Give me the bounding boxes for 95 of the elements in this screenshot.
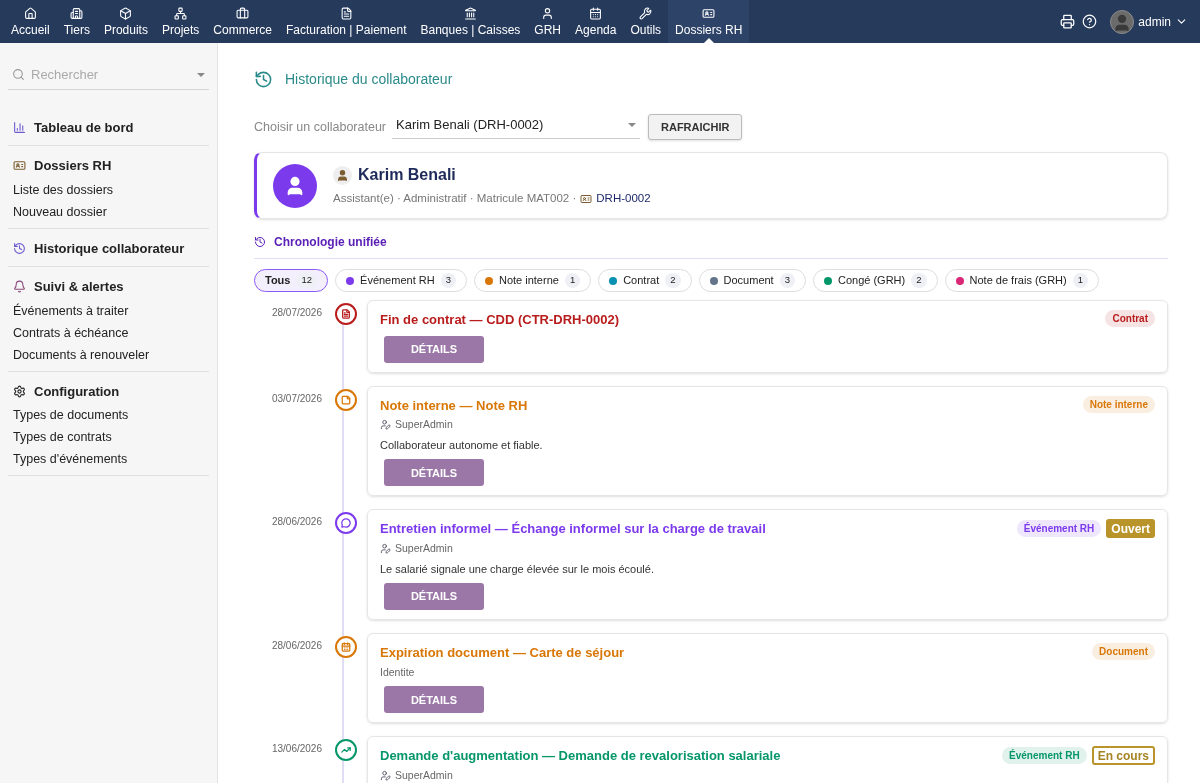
- nav-tab[interactable]: Accueil: [4, 0, 57, 43]
- filter-chip[interactable]: Tous 12: [254, 269, 329, 292]
- sidebar-link[interactable]: Types de documents: [13, 408, 204, 423]
- event-description: Collaborateur autonome et fiable.: [380, 437, 544, 453]
- event-date: 28/07/2026: [270, 306, 322, 320]
- history-icon: [13, 241, 26, 255]
- filter-chip[interactable]: Contrat 2: [598, 269, 692, 292]
- nav-tab[interactable]: Dossiers RH: [668, 0, 750, 43]
- person-icon: [333, 165, 352, 185]
- search-icon: [12, 68, 25, 82]
- status-tag: Ouvert: [1106, 519, 1155, 539]
- sidebar-link[interactable]: Types de contrats: [13, 430, 204, 445]
- event-title[interactable]: Demande d'augmentation — Demande de revalorisation salariale: [380, 746, 781, 766]
- network-icon: [174, 6, 188, 20]
- active-indicator: [703, 38, 714, 43]
- settings-icon: [13, 384, 26, 398]
- search-field[interactable]: Rechercher: [31, 65, 191, 85]
- nav-tab[interactable]: Outils: [623, 0, 669, 43]
- document-icon: [339, 6, 353, 20]
- details-button[interactable]: DÉTAILS: [384, 335, 484, 363]
- details-button[interactable]: DÉTAILS: [384, 686, 484, 714]
- event-date: 28/06/2026: [270, 515, 322, 530]
- nav-tab[interactable]: Agenda: [568, 0, 624, 43]
- filter-chip[interactable]: Événement RH 3: [335, 269, 467, 292]
- briefcase-icon: [236, 6, 250, 20]
- home-icon: [23, 6, 37, 20]
- help-icon[interactable]: [1082, 14, 1098, 29]
- filter-chip[interactable]: Congé (GRH) 2: [813, 269, 938, 292]
- nav-tab[interactable]: Facturation | Paiement: [279, 0, 414, 43]
- nav-tab[interactable]: GRH: [527, 0, 569, 43]
- id-badge-icon: [13, 159, 26, 173]
- cube-icon: [119, 6, 133, 20]
- sidebar-section-title[interactable]: Historique collaborateur: [34, 238, 185, 258]
- person-name: Karim Benali: [358, 165, 456, 186]
- bank-icon: [463, 6, 477, 20]
- building-icon: [70, 6, 84, 20]
- user-icon: [541, 6, 555, 20]
- nav-tab[interactable]: Commerce: [206, 0, 279, 43]
- sidebar-section-title[interactable]: Tableau de bord: [34, 117, 134, 137]
- event-author: SuperAdmin: [395, 540, 453, 556]
- print-icon[interactable]: [1060, 14, 1076, 29]
- bell-icon: [13, 280, 26, 294]
- event-date: 28/06/2026: [270, 639, 322, 653]
- sidebar-link[interactable]: Contrats à échéance: [13, 325, 204, 341]
- id-badge-icon: [580, 193, 593, 205]
- sidebar-link[interactable]: Nouveau dossier: [13, 204, 204, 220]
- event-author: SuperAdmin: [395, 417, 453, 432]
- selector-label: Choisir un collaborateur: [254, 118, 386, 136]
- sidebar-link[interactable]: Documents à renouveler: [13, 347, 204, 363]
- filter-chip[interactable]: Note interne 1: [473, 269, 592, 292]
- id-badge-icon: [702, 6, 716, 20]
- event-title[interactable]: Entretien informel — Échange informel sur la charge de travail: [380, 519, 766, 539]
- type-tag: Note interne: [1082, 395, 1155, 413]
- event-date: 13/06/2026: [270, 742, 322, 757]
- type-tag: Événement RH: [1002, 747, 1087, 765]
- sidebar-section-title[interactable]: Suivi & alertes: [34, 277, 124, 297]
- event-description: Le salarié signale une charge élevée sur le mois écoulé.: [380, 561, 655, 577]
- avatar-icon: [273, 163, 317, 208]
- nav-tab[interactable]: Tiers: [56, 0, 97, 43]
- user-menu[interactable]: admin: [1110, 9, 1188, 34]
- filter-chip[interactable]: Note de frais (GRH) 1: [944, 269, 1100, 292]
- section-title: Chronologie unifiée: [274, 234, 387, 251]
- page-title: Historique du collaborateur: [285, 70, 453, 89]
- calendar-icon: [589, 6, 603, 20]
- type-tag: Événement RH: [1016, 520, 1102, 538]
- event-date: 03/07/2026: [270, 391, 322, 406]
- sidebar-link[interactable]: Événements à traiter: [13, 303, 204, 319]
- sidebar-section-title[interactable]: Configuration: [34, 381, 120, 401]
- details-button[interactable]: DÉTAILS: [384, 459, 484, 487]
- user-edit-icon: [380, 419, 391, 431]
- collaborator-select[interactable]: Karim Benali (DRH-0002): [392, 115, 640, 139]
- history-icon: [254, 70, 273, 89]
- user-edit-icon: [380, 770, 391, 782]
- history-icon: [254, 236, 266, 248]
- event-subtitle: Identite: [380, 664, 416, 680]
- avatar-icon: [1110, 9, 1135, 34]
- chart-icon: [13, 120, 26, 134]
- sidebar-link[interactable]: Types d'événements: [13, 452, 204, 467]
- event-title[interactable]: Fin de contrat — CDD (CTR-DRH-0002): [380, 310, 620, 330]
- dossier-reference[interactable]: DRH-0002: [596, 190, 651, 208]
- type-tag: Document: [1092, 643, 1155, 660]
- nav-tab[interactable]: Projets: [154, 0, 207, 43]
- status-tag: En cours: [1091, 746, 1155, 766]
- type-tag: Contrat: [1105, 310, 1155, 327]
- sidebar-link[interactable]: Liste des dossiers: [13, 182, 204, 198]
- details-button[interactable]: DÉTAILS: [384, 583, 484, 610]
- refresh-button[interactable]: RAFRAICHIR: [648, 114, 743, 140]
- user-edit-icon: [380, 543, 391, 555]
- nav-tab[interactable]: Produits: [96, 0, 155, 43]
- tools-icon: [639, 6, 653, 20]
- sidebar-section-title[interactable]: Dossiers RH: [34, 156, 112, 176]
- nav-tab[interactable]: Banques | Caisses: [413, 0, 528, 43]
- filter-chip[interactable]: Document 3: [698, 269, 806, 292]
- person-details: Assistant(e) · Administratif · Matricule MAT002 ·: [333, 191, 577, 207]
- event-author: SuperAdmin: [395, 767, 453, 783]
